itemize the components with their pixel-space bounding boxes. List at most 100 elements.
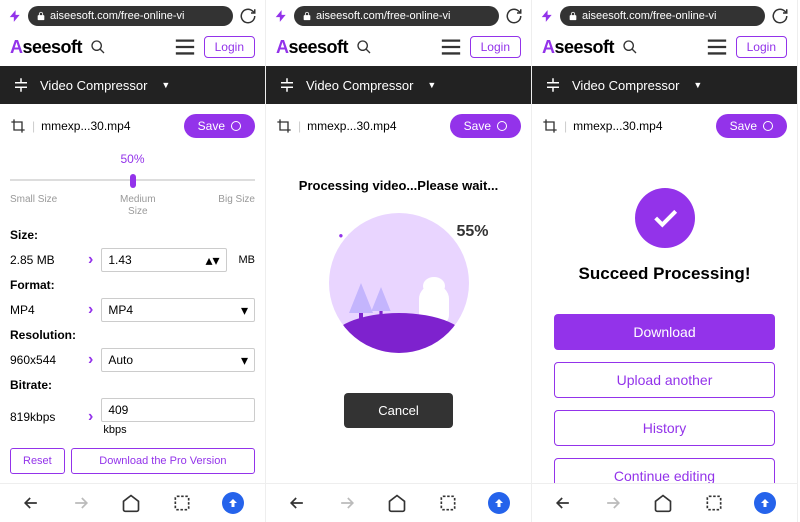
crop-icon[interactable] xyxy=(276,118,292,134)
clock-icon xyxy=(231,121,241,131)
address-bar: aiseesoft.com/free-online-vi xyxy=(266,0,531,32)
bottom-nav xyxy=(532,483,797,522)
compress-icon xyxy=(12,76,30,94)
menu-icon[interactable] xyxy=(706,38,728,56)
logo[interactable]: Aseesoft xyxy=(276,37,348,58)
resolution-select[interactable]: Auto▾ xyxy=(101,348,255,372)
bottom-nav xyxy=(0,483,265,522)
file-name: mmexp...30.mp4 xyxy=(573,119,710,133)
refresh-icon[interactable] xyxy=(505,7,523,25)
nav-tabs-icon[interactable] xyxy=(172,493,192,513)
file-bar: | mmexp...30.mp4 Save xyxy=(0,104,265,148)
lock-icon xyxy=(36,11,46,21)
menu-icon[interactable] xyxy=(174,38,196,56)
progress-percent: 55% xyxy=(456,223,488,241)
search-icon[interactable] xyxy=(622,39,638,55)
nav-up-icon[interactable] xyxy=(754,492,776,514)
search-icon[interactable] xyxy=(356,39,372,55)
tick-big: Big Size xyxy=(218,194,255,218)
history-button[interactable]: History xyxy=(554,410,775,446)
format-select[interactable]: MP4▾ xyxy=(101,298,255,322)
download-button[interactable]: Download xyxy=(554,314,775,350)
nav-up-icon[interactable] xyxy=(222,492,244,514)
chevron-down-icon[interactable]: ▼ xyxy=(427,80,436,90)
search-icon[interactable] xyxy=(90,39,106,55)
chevron-right-icon: › xyxy=(88,351,93,369)
url-field[interactable]: aiseesoft.com/free-online-vi xyxy=(294,6,499,26)
nav-home-icon[interactable] xyxy=(653,493,673,513)
bitrate-input[interactable]: 409 xyxy=(101,398,255,422)
crop-icon[interactable] xyxy=(10,118,26,134)
chevron-down-icon[interactable]: ▼ xyxy=(161,80,170,90)
nav-back-icon[interactable] xyxy=(553,493,573,513)
bottom-nav xyxy=(266,483,531,522)
size-label: Size: xyxy=(10,228,255,242)
format-orig: MP4 xyxy=(10,303,80,317)
nav-tabs-icon[interactable] xyxy=(704,493,724,513)
upload-another-button[interactable]: Upload another xyxy=(554,362,775,398)
download-pro-button[interactable]: Download the Pro Version xyxy=(71,448,255,474)
chevron-right-icon: › xyxy=(88,408,93,426)
bolt-icon xyxy=(8,9,22,23)
save-button[interactable]: Save xyxy=(450,114,521,138)
compress-icon xyxy=(278,76,296,94)
screen-processing: aiseesoft.com/free-online-vi Aseesoft Lo… xyxy=(266,0,532,522)
reset-button[interactable]: Reset xyxy=(10,448,65,474)
bitrate-orig: 819kbps xyxy=(10,410,80,424)
chevron-right-icon: › xyxy=(88,301,93,319)
file-bar: | mmexp...30.mp4 Save xyxy=(266,104,531,148)
save-button[interactable]: Save xyxy=(184,114,255,138)
header: Aseesoft Login xyxy=(532,32,797,66)
settings-body: 50% Small Size MediumSize Big Size Size:… xyxy=(0,148,265,483)
refresh-icon[interactable] xyxy=(771,7,789,25)
login-button[interactable]: Login xyxy=(470,36,521,58)
tick-medium: MediumSize xyxy=(120,194,156,218)
slider-percent: 50% xyxy=(10,152,255,166)
nav-tabs-icon[interactable] xyxy=(438,493,458,513)
address-bar: aiseesoft.com/free-online-vi xyxy=(0,0,265,32)
nav-forward-icon xyxy=(603,493,623,513)
nav-home-icon[interactable] xyxy=(121,493,141,513)
tool-name: Video Compressor xyxy=(40,78,147,93)
header: Aseesoft Login xyxy=(0,32,265,66)
chevron-down-icon[interactable]: ▾ xyxy=(241,303,248,317)
nav-up-icon[interactable] xyxy=(488,492,510,514)
chevron-down-icon[interactable]: ▼ xyxy=(693,80,702,90)
processing-body: Processing video...Please wait... ● ● ● … xyxy=(266,148,531,483)
url-field[interactable]: aiseesoft.com/free-online-vi xyxy=(560,6,765,26)
save-button[interactable]: Save xyxy=(716,114,787,138)
chevron-right-icon: › xyxy=(88,251,93,269)
size-slider[interactable] xyxy=(10,170,255,190)
nav-back-icon[interactable] xyxy=(287,493,307,513)
size-orig: 2.85 MB xyxy=(10,253,80,267)
nav-back-icon[interactable] xyxy=(21,493,41,513)
tick-small: Small Size xyxy=(10,194,57,218)
success-title: Succeed Processing! xyxy=(542,264,787,284)
logo[interactable]: Aseesoft xyxy=(10,37,82,58)
menu-icon[interactable] xyxy=(440,38,462,56)
crop-icon[interactable] xyxy=(542,118,558,134)
file-bar: | mmexp...30.mp4 Save xyxy=(532,104,797,148)
illustration: ● ● ● ● ● 55% xyxy=(309,213,489,363)
refresh-icon[interactable] xyxy=(239,7,257,25)
nav-forward-icon xyxy=(337,493,357,513)
url-text: aiseesoft.com/free-online-vi xyxy=(50,10,185,22)
chevron-down-icon[interactable]: ▾ xyxy=(241,353,248,367)
nav-home-icon[interactable] xyxy=(387,493,407,513)
header: Aseesoft Login xyxy=(266,32,531,66)
cancel-button[interactable]: Cancel xyxy=(344,393,452,428)
size-input[interactable]: 1.43▴▾ xyxy=(101,248,226,272)
stepper-icon[interactable]: ▴▾ xyxy=(205,253,219,267)
bitrate-label: Bitrate: xyxy=(10,378,255,392)
resolution-orig: 960x544 xyxy=(10,353,80,367)
login-button[interactable]: Login xyxy=(204,36,255,58)
logo[interactable]: Aseesoft xyxy=(542,37,614,58)
continue-editing-button[interactable]: Continue editing xyxy=(554,458,775,483)
url-field[interactable]: aiseesoft.com/free-online-vi xyxy=(28,6,233,26)
tool-bar: Video Compressor ▼ xyxy=(532,66,797,104)
check-icon xyxy=(635,188,695,248)
format-label: Format: xyxy=(10,278,255,292)
clock-icon xyxy=(763,121,773,131)
lock-icon xyxy=(568,11,578,21)
login-button[interactable]: Login xyxy=(736,36,787,58)
